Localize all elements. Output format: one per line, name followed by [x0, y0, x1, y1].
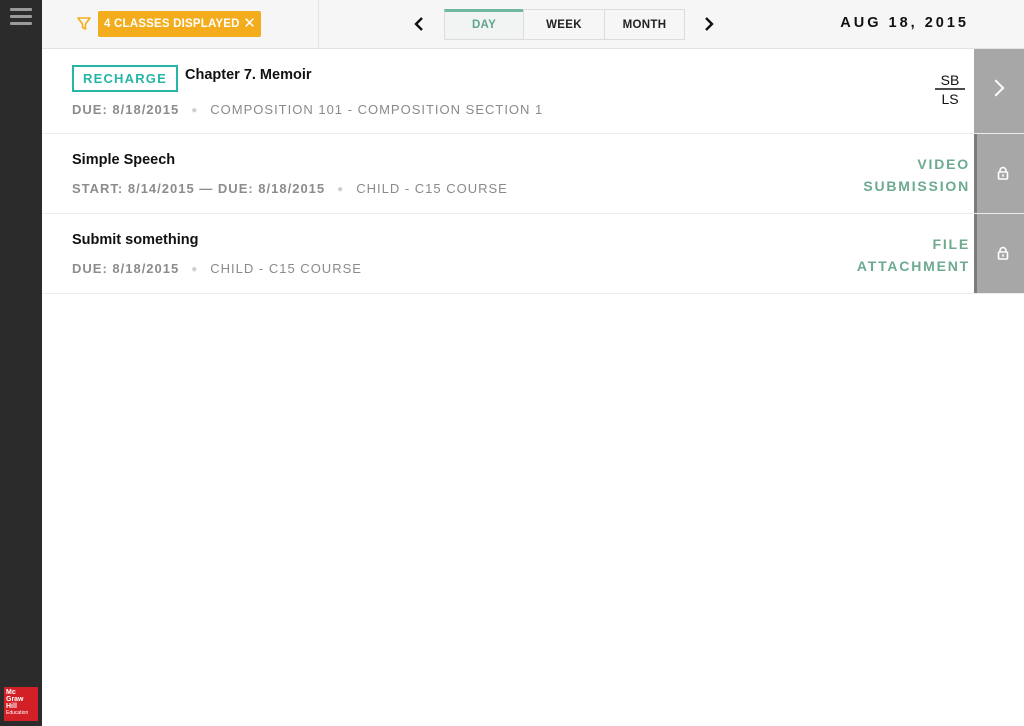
assignment-meta: DUE: 8/18/2015 ● COMPOSITION 101 - COMPOSI… — [72, 102, 543, 117]
classes-filter-chip[interactable]: 4 CLASSES DISPLAYED ✕ — [98, 11, 261, 37]
separator-dot: ● — [191, 105, 199, 116]
assignment-meta: START: 8/14/2015 — DUE: 8/18/2015 ● CHILD … — [72, 181, 508, 196]
filter-area: 4 CLASSES DISPLAYED ✕ — [42, 0, 319, 48]
assignment-type-label: FILE ATTACHMENT — [857, 233, 970, 277]
assignment-type-line: FILE — [932, 236, 970, 252]
assignment-type-label: VIDEO SUBMISSION — [863, 153, 970, 197]
separator-dot: ● — [337, 184, 345, 195]
assignment-course: COMPOSITION 101 - COMPOSITION SECTION 1 — [210, 102, 544, 117]
close-icon[interactable]: ✕ — [243, 11, 256, 36]
open-assignment-button[interactable] — [974, 49, 1024, 133]
tab-month[interactable]: MONTH — [604, 9, 685, 40]
tab-week[interactable]: WEEK — [523, 9, 605, 40]
assignment-row[interactable]: RECHARGE Chapter 7. Memoir DUE: 8/18/201… — [42, 49, 1024, 134]
assignment-list: RECHARGE Chapter 7. Memoir DUE: 8/18/201… — [42, 49, 1024, 294]
chevron-left-icon — [414, 17, 423, 31]
view-tabs: DAY WEEK MONTH — [444, 9, 685, 40]
assignment-type-line: SUBMISSION — [863, 178, 970, 194]
assignment-type-line: ATTACHMENT — [856, 258, 970, 274]
assignment-dates: START: 8/14/2015 — DUE: 8/18/2015 — [72, 181, 326, 196]
lock-icon — [997, 246, 1009, 260]
assignment-row[interactable]: Submit something DUE: 8/18/2015 ● CHILD - … — [42, 214, 1024, 294]
mcgraw-hill-logo: Mc Graw Hill Education — [4, 687, 38, 721]
chevron-right-icon — [705, 17, 714, 31]
assignment-title[interactable]: Simple Speech — [72, 152, 175, 168]
assignment-title[interactable]: Submit something — [72, 232, 198, 248]
separator-dot: ● — [191, 264, 199, 275]
locked-assignment-button[interactable] — [974, 134, 1024, 213]
filter-funnel-icon[interactable] — [77, 16, 91, 32]
chevron-right-icon — [987, 79, 1005, 97]
sbls-bottom-text: LS — [941, 91, 958, 107]
hamburger-menu-icon[interactable] — [10, 8, 32, 26]
assignment-title[interactable]: Chapter 7. Memoir — [185, 67, 312, 83]
assignment-row[interactable]: Simple Speech START: 8/14/2015 — DUE: 8/… — [42, 134, 1024, 214]
assignment-dates: DUE: 8/18/2015 — [72, 102, 180, 117]
top-toolbar: 4 CLASSES DISPLAYED ✕ DAY WEEK MONTH AUG… — [42, 0, 1024, 49]
sbls-top-text: SB — [941, 72, 960, 88]
assignment-course: CHILD - C15 COURSE — [210, 261, 362, 276]
current-date: AUG 18, 2015 — [840, 15, 969, 31]
locked-assignment-button[interactable] — [974, 214, 1024, 293]
assignment-type-line: VIDEO — [917, 156, 970, 172]
logo-text-line: Graw — [6, 696, 24, 703]
logo-text-line: Education — [6, 710, 29, 716]
assignment-meta: DUE: 8/18/2015 ● CHILD - C15 COURSE — [72, 261, 362, 276]
previous-day-button[interactable] — [410, 10, 430, 38]
lock-icon — [997, 166, 1009, 180]
logo-text-line: Hill — [6, 703, 17, 710]
recharge-badge: RECHARGE — [72, 65, 178, 92]
smartbook-learnsmart-icon: SB LS — [935, 72, 965, 107]
next-day-button[interactable] — [698, 10, 718, 38]
tab-day[interactable]: DAY — [444, 9, 524, 40]
assignment-dates: DUE: 8/18/2015 — [72, 261, 180, 276]
logo-text-line: Mc — [6, 689, 16, 696]
app-sidebar: Mc Graw Hill Education — [0, 0, 42, 726]
assignment-course: CHILD - C15 COURSE — [356, 181, 508, 196]
filter-chip-label: 4 CLASSES DISPLAYED — [104, 18, 240, 30]
